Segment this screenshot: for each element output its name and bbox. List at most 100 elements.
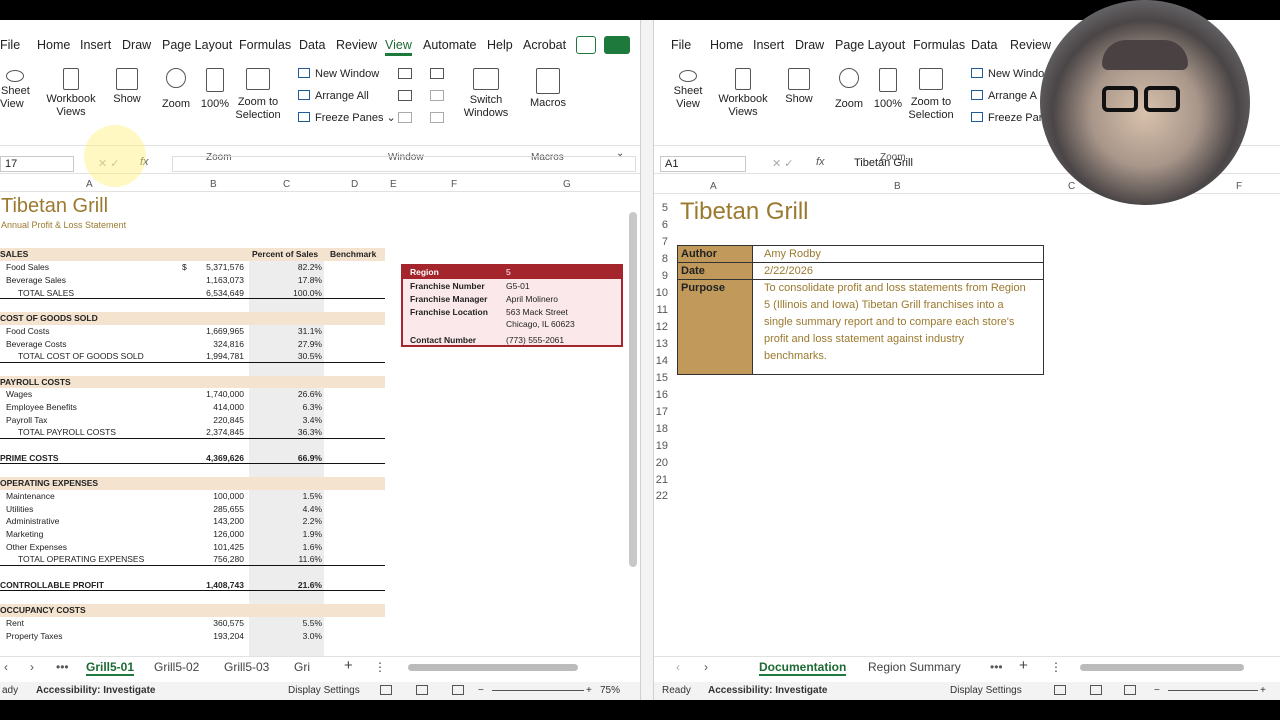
new-window-button[interactable]: New Window bbox=[298, 67, 379, 81]
tab-grill5-01[interactable]: Grill5-01 bbox=[86, 660, 135, 676]
tab-grill5-03[interactable]: Grill5-03 bbox=[224, 660, 269, 674]
pl-row[interactable]: TOTAL SALES 6,534,649 100.0% bbox=[0, 287, 385, 300]
menu-help[interactable]: Help bbox=[487, 38, 513, 52]
pl-row[interactable]: PRIME COSTS 4,369,626 66.9% bbox=[0, 452, 385, 465]
row-number[interactable]: 20 bbox=[654, 457, 668, 469]
zoom-button[interactable]: Zoom bbox=[833, 68, 865, 111]
cancel-icon[interactable]: ✕ ✓ bbox=[772, 157, 794, 170]
col-header-b[interactable]: B bbox=[894, 181, 901, 192]
pl-section-row[interactable]: OCCUPANCY COSTS bbox=[0, 604, 385, 617]
add-sheet-icon[interactable]: + bbox=[344, 657, 353, 674]
menu-acrobat[interactable]: Acrobat bbox=[523, 38, 566, 52]
formula-input[interactable]: Tibetan Grill bbox=[854, 157, 913, 169]
row-number[interactable]: 21 bbox=[654, 474, 668, 486]
sync-scroll-icon[interactable] bbox=[430, 90, 444, 101]
col-header-g[interactable]: G bbox=[563, 179, 571, 190]
view-side-by-side-icon[interactable] bbox=[430, 68, 444, 79]
pl-section-row[interactable]: PAYROLL COSTS bbox=[0, 375, 385, 389]
formula-input[interactable] bbox=[172, 156, 636, 172]
pl-row[interactable]: Employee Benefits 414,000 6.3% bbox=[0, 401, 385, 414]
col-header-b[interactable]: B bbox=[210, 179, 217, 190]
menu-formulas[interactable]: Formulas bbox=[239, 38, 291, 52]
row-number[interactable]: 15 bbox=[654, 372, 668, 384]
pl-row[interactable]: Food Costs 1,669,965 31.1% bbox=[0, 325, 385, 338]
row-number[interactable]: 8 bbox=[654, 253, 668, 265]
pl-row[interactable]: Food Sales $5,371,576 82.2% bbox=[0, 261, 385, 274]
menu-insert[interactable]: Insert bbox=[753, 38, 784, 52]
pl-row[interactable]: Marketing 126,000 1.9% bbox=[0, 528, 385, 541]
tab-grill5-02[interactable]: Grill5-02 bbox=[154, 660, 199, 674]
split-icon[interactable] bbox=[398, 68, 412, 79]
new-window-button[interactable]: New Windo bbox=[971, 67, 1044, 81]
next-sheet-icon[interactable]: › bbox=[704, 660, 708, 674]
prev-sheet-icon[interactable]: ‹ bbox=[676, 660, 680, 674]
menu-data[interactable]: Data bbox=[299, 38, 325, 52]
unhide-icon[interactable] bbox=[398, 112, 412, 123]
tab-region-summary[interactable]: Region Summary bbox=[868, 660, 961, 674]
row-number[interactable]: 6 bbox=[654, 219, 668, 231]
pl-blank-row[interactable] bbox=[0, 439, 385, 452]
menu-insert[interactable]: Insert bbox=[80, 38, 111, 52]
pl-blank-row[interactable] bbox=[0, 299, 385, 312]
zoom-button[interactable]: Zoom bbox=[160, 68, 192, 111]
pl-section-row[interactable]: OPERATING EXPENSES bbox=[0, 477, 385, 490]
right-sheet-grid[interactable]: 12345678910111213141516171819202122 Tibe… bbox=[654, 196, 1280, 651]
page-layout-view-icon[interactable] bbox=[416, 685, 428, 695]
page-layout-view-icon[interactable] bbox=[1090, 685, 1102, 695]
zoom-slider[interactable] bbox=[492, 690, 584, 691]
col-header-f[interactable]: F bbox=[451, 179, 457, 190]
normal-view-icon[interactable] bbox=[380, 685, 392, 695]
row-number[interactable]: 10 bbox=[654, 287, 668, 299]
menu-data[interactable]: Data bbox=[971, 38, 997, 52]
col-header-a[interactable]: A bbox=[86, 179, 93, 190]
zoom-100-button[interactable]: 100% bbox=[200, 68, 230, 111]
horizontal-scrollbar[interactable] bbox=[408, 664, 578, 671]
pl-section-row[interactable]: COST OF GOODS SOLD bbox=[0, 312, 385, 325]
pl-blank-row[interactable] bbox=[0, 566, 385, 579]
menu-file[interactable]: File bbox=[0, 38, 20, 52]
pl-row[interactable]: Beverage Costs 324,816 27.9% bbox=[0, 338, 385, 351]
page-break-view-icon[interactable] bbox=[1124, 685, 1136, 695]
pl-row[interactable]: Beverage Sales 1,163,073 17.8% bbox=[0, 274, 385, 287]
tab-options-icon[interactable]: ⋮ bbox=[374, 660, 386, 674]
name-box[interactable]: 17 bbox=[0, 156, 74, 172]
col-header-c[interactable]: C bbox=[283, 179, 290, 190]
pl-row[interactable]: CONTROLLABLE PROFIT 1,408,743 21.6% bbox=[0, 579, 385, 592]
arrange-all-button[interactable]: Arrange All bbox=[298, 89, 369, 103]
accessibility-status[interactable]: Accessibility: Investigate bbox=[708, 685, 828, 696]
row-number[interactable]: 16 bbox=[654, 389, 668, 401]
zoom-in-icon[interactable]: + bbox=[586, 685, 592, 696]
row-number[interactable]: 19 bbox=[654, 440, 668, 452]
row-number[interactable]: 5 bbox=[654, 202, 668, 214]
function-icon[interactable]: fx bbox=[816, 156, 825, 168]
normal-view-icon[interactable] bbox=[1054, 685, 1066, 695]
zoom-to-selection-button[interactable]: Zoom to Selection bbox=[908, 68, 954, 122]
arrange-all-button[interactable]: Arrange A bbox=[971, 89, 1037, 103]
row-number[interactable]: 9 bbox=[654, 270, 668, 282]
pl-row[interactable]: Other Expenses 101,425 1.6% bbox=[0, 541, 385, 554]
page-break-view-icon[interactable] bbox=[452, 685, 464, 695]
row-number[interactable]: 22 bbox=[654, 490, 668, 502]
tab-documentation[interactable]: Documentation bbox=[759, 660, 847, 676]
freeze-panes-button[interactable]: Freeze Panes ⌄ bbox=[298, 111, 396, 125]
pl-row[interactable]: Rent 360,575 5.5% bbox=[0, 617, 385, 630]
zoom-to-selection-button[interactable]: Zoom to Selection bbox=[235, 68, 281, 122]
freeze-panes-button[interactable]: Freeze Pan bbox=[971, 111, 1045, 125]
comments-icon[interactable] bbox=[576, 36, 596, 54]
pl-row[interactable]: Maintenance 100,000 1.5% bbox=[0, 490, 385, 503]
menu-automate[interactable]: Automate bbox=[423, 38, 477, 52]
zoom-out-icon[interactable]: − bbox=[478, 685, 484, 696]
more-sheets-icon[interactable]: ••• bbox=[56, 660, 69, 674]
workbook-views-button[interactable]: Workbook Views bbox=[45, 68, 97, 119]
menu-draw[interactable]: Draw bbox=[795, 38, 824, 52]
col-header-d[interactable]: D bbox=[351, 179, 358, 190]
menu-view[interactable]: View bbox=[385, 38, 412, 56]
menu-review[interactable]: Review bbox=[1010, 38, 1051, 52]
tab-grill5-04[interactable]: Gri bbox=[294, 660, 310, 674]
row-number[interactable]: 17 bbox=[654, 406, 668, 418]
name-box[interactable]: A1 bbox=[660, 156, 746, 172]
row-number[interactable]: 13 bbox=[654, 338, 668, 350]
menu-review[interactable]: Review bbox=[336, 38, 377, 52]
vertical-scrollbar[interactable] bbox=[629, 212, 637, 567]
row-number[interactable]: 7 bbox=[654, 236, 668, 248]
